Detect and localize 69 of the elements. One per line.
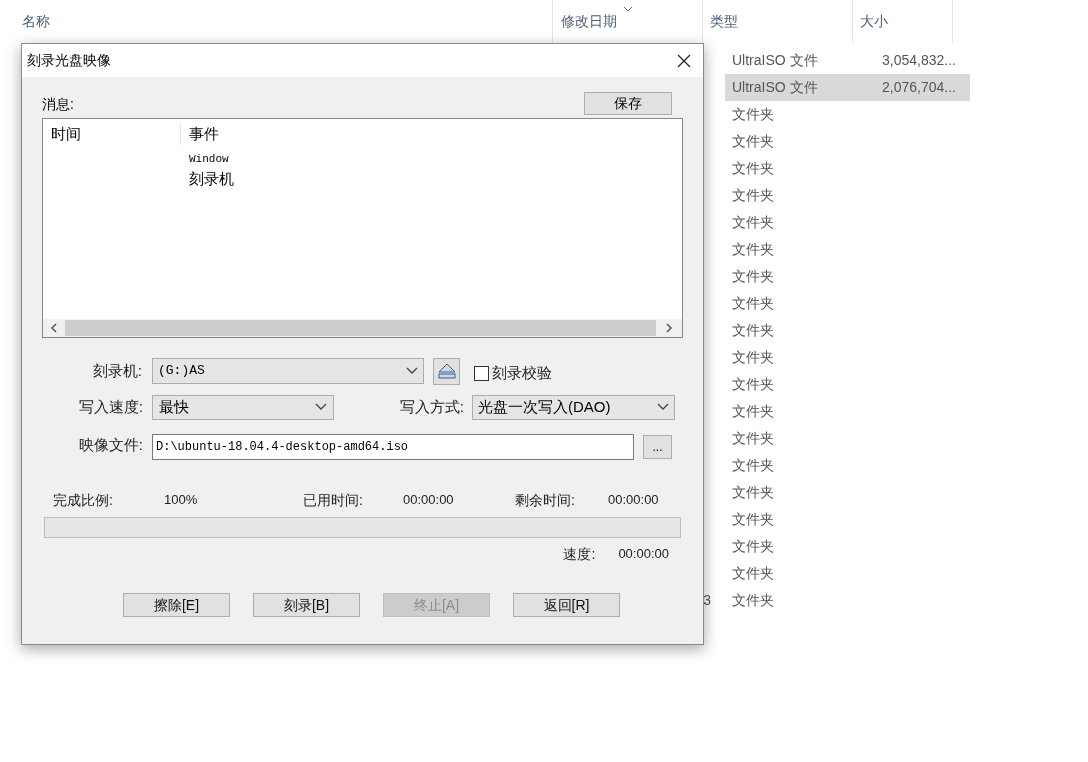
type-cell-text: 文件夹: [732, 186, 775, 205]
field-label: 写入方式:: [398, 396, 464, 417]
burner-dropdown[interactable]: (G:)AS: [152, 358, 424, 384]
type-cell-text: 文件夹: [732, 510, 775, 529]
progress-label: 剩余时间:: [515, 490, 576, 510]
dropdown-value: 最快: [159, 396, 189, 417]
type-cell-text: UltraISO 文件: [732, 51, 819, 70]
size-cell-text: 3,054,832...: [882, 51, 956, 70]
type-cell-text: 文件夹: [732, 402, 775, 421]
image-path-field[interactable]: D:\ubuntu-18.04.4-desktop-amd64.iso: [152, 434, 634, 460]
messages-label: 消息:: [42, 95, 74, 114]
column-header[interactable]: 大小: [860, 11, 888, 32]
type-cell-text: 文件夹: [732, 591, 775, 610]
field-label: 刻录机:: [91, 360, 143, 381]
column-header[interactable]: 名称: [22, 11, 50, 32]
scrollbar-thumb[interactable]: [65, 320, 656, 336]
type-cell-text: 文件夹: [732, 240, 775, 259]
column-header[interactable]: 事件: [181, 122, 219, 146]
type-cell-text: 文件夹: [732, 159, 775, 178]
window-title: 刻录光盘映像: [27, 51, 111, 70]
type-cell-text: 文件夹: [732, 375, 775, 394]
remaining-time: 00:00:00: [608, 491, 659, 510]
column-header[interactable]: 修改日期: [561, 11, 617, 32]
type-cell-text: 文件夹: [732, 537, 775, 556]
type-cell-text: 文件夹: [732, 321, 775, 340]
column-header[interactable]: 类型: [710, 11, 738, 32]
size-cell-text: 2,076,704...: [882, 78, 956, 97]
field-label: 写入速度:: [77, 396, 143, 417]
type-cell-text: 文件夹: [732, 456, 775, 475]
event-text: Window: [189, 152, 230, 167]
event-text: 刻录机: [189, 169, 235, 189]
file-row[interactable]: UltraISO 文件 2,076,704...: [725, 74, 970, 101]
type-cell-text: 文件夹: [732, 564, 775, 583]
action-button[interactable]: 返回[R]: [513, 593, 620, 617]
save-button[interactable]: 保存: [584, 92, 672, 115]
eject-icon: [437, 363, 456, 379]
write-method-dropdown[interactable]: 光盘一次写入(DAO): [472, 394, 675, 420]
speed-value: 00:00:00: [618, 545, 669, 564]
type-cell-text: 文件夹: [732, 483, 775, 502]
close-icon[interactable]: [677, 53, 691, 68]
horizontal-scrollbar[interactable]: [43, 319, 682, 337]
elapsed-time: 00:00:00: [403, 491, 455, 510]
progress-label: 速度:: [563, 544, 597, 564]
dropdown-value: 光盘一次写入(DAO): [478, 396, 611, 417]
column-header[interactable]: 时间: [43, 122, 181, 146]
type-cell-text: 文件夹: [732, 267, 775, 286]
type-cell-text: 文件夹: [732, 213, 775, 232]
eject-button[interactable]: [433, 357, 460, 385]
chevron-down-icon: [406, 367, 418, 375]
type-cell-text: 文件夹: [732, 429, 775, 448]
speed-dropdown[interactable]: 最快: [152, 394, 334, 420]
checkbox-label: 刻录校验: [492, 362, 552, 383]
dropdown-value: (G:)AS: [158, 362, 205, 381]
date-cell-text: 3: [703, 591, 711, 610]
type-cell-text: 文件夹: [732, 348, 775, 367]
action-button[interactable]: 擦除[E]: [123, 593, 230, 617]
percent-value: 100%: [164, 491, 199, 510]
type-cell-text: 文件夹: [732, 105, 775, 124]
field-label: 映像文件:: [77, 435, 143, 455]
progress-label: 已用时间:: [303, 490, 364, 510]
type-cell-text: UltraISO 文件: [732, 78, 819, 97]
action-button[interactable]: 刻录[B]: [253, 593, 360, 617]
browse-button[interactable]: ...: [643, 435, 672, 459]
progress-label: 完成比例:: [53, 490, 114, 510]
type-cell-text: 文件夹: [732, 294, 775, 313]
verify-checkbox[interactable]: [474, 365, 489, 381]
type-cell-text: 文件夹: [732, 132, 775, 151]
chevron-down-icon: [315, 403, 327, 411]
chevron-down-icon: [657, 403, 669, 411]
